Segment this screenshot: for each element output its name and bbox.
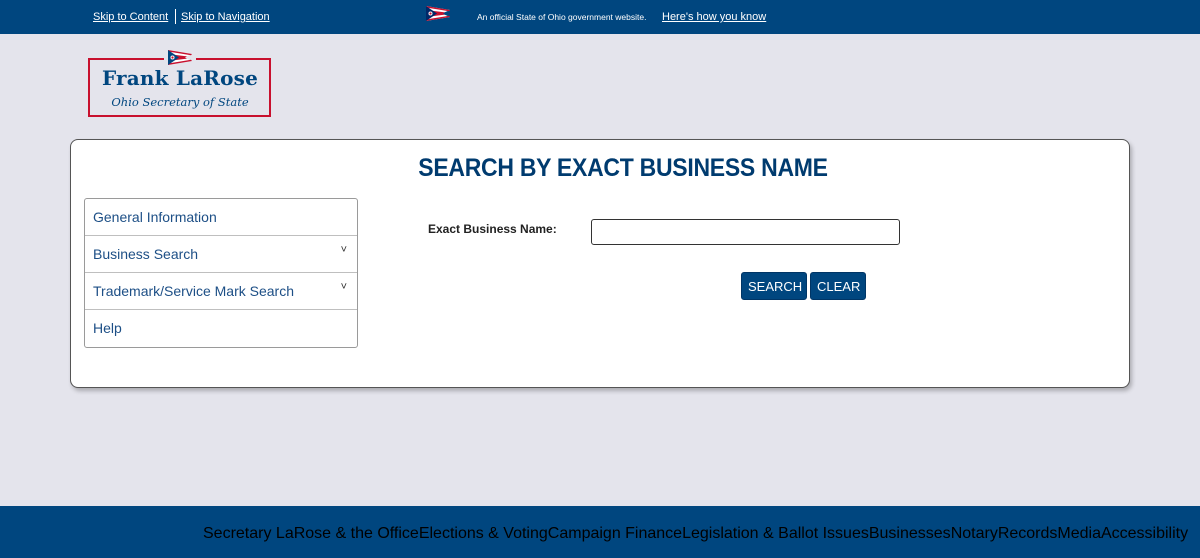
top-bar: Skip to Content Skip to Navigation An of… — [0, 0, 1200, 34]
sidebar-item-label: Trademark/Service Mark Search — [93, 283, 294, 299]
sidebar-item-trademark-search[interactable]: Trademark/Service Mark Search ˅ — [85, 273, 357, 310]
footer-link-elections[interactable]: Elections & Voting — [419, 525, 548, 542]
secretary-of-state-logo[interactable]: Frank LaRose Ohio Secretary of State — [86, 50, 274, 120]
footer-links: Secretary LaRose & the OfficeElections &… — [203, 525, 1188, 543]
clear-button[interactable]: CLEAR — [810, 272, 866, 300]
search-button[interactable]: SEARCH — [741, 272, 807, 300]
sidebar-nav: General Information Business Search ˅ Tr… — [84, 198, 358, 348]
ohio-flag-icon — [426, 6, 450, 21]
sidebar-item-label: Help — [93, 320, 122, 336]
logo-flag-wrap — [164, 50, 196, 66]
logo-subtitle: Ohio Secretary of State — [111, 95, 249, 109]
logo-ohio-flag-icon — [168, 50, 192, 65]
footer: Secretary LaRose & the OfficeElections &… — [0, 506, 1200, 558]
page-title: SEARCH BY EXACT BUSINESS NAME — [418, 154, 828, 182]
official-website-text: An official State of Ohio government web… — [477, 12, 647, 22]
logo-name: Frank LaRose — [101, 66, 259, 90]
business-name-input[interactable] — [591, 219, 900, 245]
footer-link-legislation[interactable]: Legislation & Ballot Issues — [682, 525, 869, 542]
skip-to-navigation-link[interactable]: Skip to Navigation — [181, 11, 270, 23]
footer-link-records[interactable]: Records — [998, 525, 1058, 542]
chevron-down-icon[interactable]: ˅ — [341, 269, 347, 306]
sidebar-item-help[interactable]: Help — [85, 310, 357, 347]
search-card: SEARCH BY EXACT BUSINESS NAME General In… — [70, 139, 1130, 388]
sidebar-item-label: Business Search — [93, 246, 199, 262]
sidebar-item-general-information[interactable]: General Information — [85, 199, 357, 236]
business-name-label: Exact Business Name: — [428, 222, 557, 236]
footer-link-notary[interactable]: Notary — [951, 525, 998, 542]
footer-link-accessibility[interactable]: Accessibility — [1101, 525, 1188, 542]
footer-link-media[interactable]: Media — [1057, 525, 1101, 542]
sidebar-item-business-search[interactable]: Business Search ˅ — [85, 236, 357, 273]
chevron-down-icon[interactable]: ˅ — [341, 232, 347, 269]
how-you-know-link[interactable]: Here's how you know — [662, 11, 766, 23]
footer-link-campaign-finance[interactable]: Campaign Finance — [548, 525, 682, 542]
sidebar-item-label: General Information — [93, 209, 217, 225]
footer-link-secretary[interactable]: Secretary LaRose & the Office — [203, 525, 419, 542]
footer-link-businesses[interactable]: Businesses — [869, 525, 951, 542]
skip-separator — [175, 9, 176, 24]
skip-to-content-link[interactable]: Skip to Content — [93, 11, 168, 23]
